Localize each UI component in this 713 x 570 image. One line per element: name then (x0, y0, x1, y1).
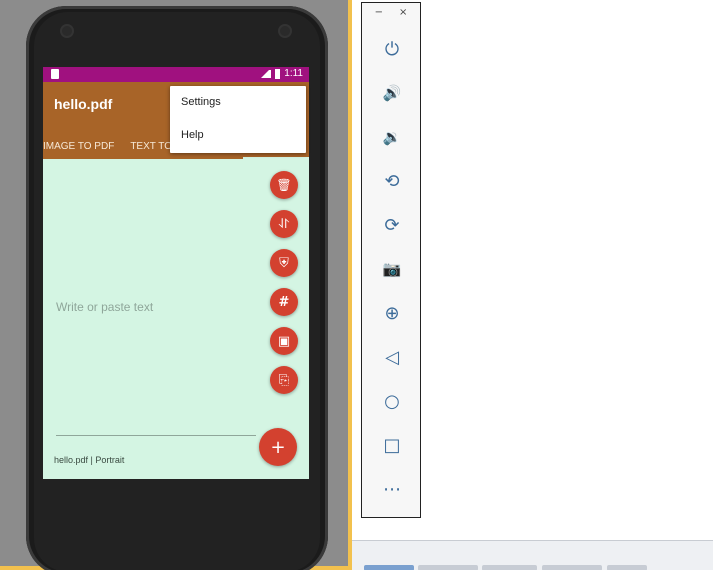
menu-item-settings[interactable]: Settings (170, 86, 306, 119)
text-input-underline (56, 435, 256, 436)
file-info-label: hello.pdf | Portrait (54, 455, 125, 465)
hash-icon: # (278, 294, 290, 310)
sd-card-icon (51, 69, 59, 79)
plus-icon: + (270, 436, 286, 458)
emulator-toolbar: − × ⏻ 🔊 🔉 ⟲ ⟳ 📷 ⊕ ◁ ○ □ ⋯ (361, 2, 421, 518)
more-button[interactable]: ⋯ (377, 474, 407, 504)
merge-fab[interactable]: ⥯ (270, 210, 298, 238)
home-icon: ○ (384, 390, 400, 412)
rotate-right-icon: ⟳ (384, 214, 400, 236)
volume-down-button[interactable]: 🔉 (377, 122, 407, 152)
text-input[interactable]: Write or paste text (56, 300, 153, 314)
home-button[interactable]: ○ (377, 386, 407, 416)
status-bar: 1:11 (43, 67, 309, 82)
taskbar-item[interactable] (482, 565, 537, 570)
pdf-fab[interactable]: ⎘ (270, 366, 298, 394)
phone-speaker-left (62, 26, 72, 36)
rotate-right-button[interactable]: ⟳ (377, 210, 407, 240)
screenshot-button[interactable]: 📷 (377, 254, 407, 284)
battery-icon (275, 68, 281, 79)
close-button[interactable]: × (399, 7, 407, 25)
image-pdf-icon: ▣ (277, 333, 291, 349)
delete-fab[interactable]: 🗑 (270, 171, 298, 199)
page-number-fab[interactable]: # (270, 288, 298, 316)
taskbar-item[interactable] (607, 565, 647, 570)
minimize-button[interactable]: − (375, 7, 383, 25)
power-icon: ⏻ (384, 38, 400, 60)
add-fab[interactable]: + (259, 428, 297, 466)
overflow-menu: Settings Help (170, 86, 306, 153)
image-to-pdf-fab[interactable]: ▣ (270, 327, 298, 355)
taskbar-item[interactable] (418, 565, 478, 570)
taskbar-item[interactable] (542, 565, 602, 570)
power-button[interactable]: ⏻ (377, 34, 407, 64)
camera-icon: 📷 (382, 260, 402, 278)
toolbar-window-controls: − × (362, 7, 420, 25)
status-icons: 1:11 (261, 68, 303, 79)
delete-icon: 🗑 (276, 178, 292, 192)
more-icon: ⋯ (383, 478, 401, 500)
rotate-left-button[interactable]: ⟲ (377, 166, 407, 196)
merge-icon: ⥯ (279, 216, 289, 232)
pdf-icon: ⎘ (278, 372, 290, 388)
back-button[interactable]: ◁ (377, 342, 407, 372)
overview-button[interactable]: □ (377, 430, 407, 460)
rotate-left-icon: ⟲ (384, 170, 400, 192)
overview-icon: □ (383, 434, 401, 456)
protect-fab[interactable]: ⛨ (270, 249, 298, 277)
tab-indicator (243, 157, 309, 159)
phone-camera-icon (280, 26, 290, 36)
menu-item-help[interactable]: Help (170, 119, 306, 152)
volume-up-icon: 🔊 (382, 84, 402, 102)
zoom-in-icon: ⊕ (384, 302, 400, 324)
taskbar (352, 540, 713, 570)
volume-down-icon: 🔉 (382, 128, 402, 146)
taskbar-item[interactable] (364, 565, 414, 570)
shield-icon: ⛨ (279, 255, 289, 271)
zoom-button[interactable]: ⊕ (377, 298, 407, 328)
status-time: 1:11 (284, 68, 303, 79)
back-icon: ◁ (385, 346, 399, 368)
app-title: hello.pdf (54, 96, 113, 112)
signal-icon (261, 69, 272, 78)
tab-image-to-pdf[interactable]: IMAGE TO PDF (43, 141, 122, 152)
volume-up-button[interactable]: 🔊 (377, 78, 407, 108)
